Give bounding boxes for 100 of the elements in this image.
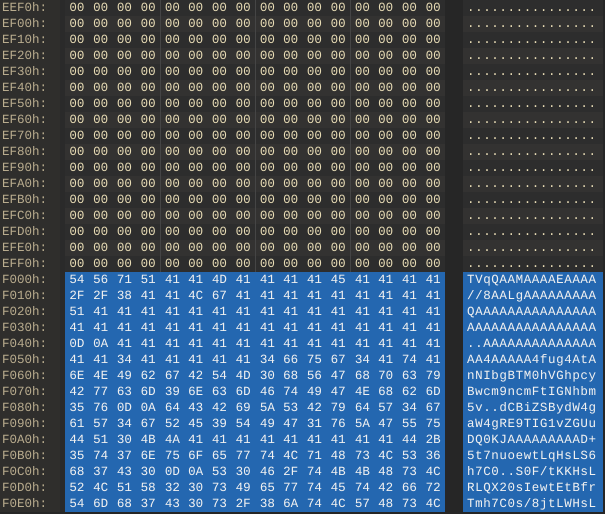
hex-byte: 00 [282, 64, 300, 80]
hex-byte: 57 [354, 496, 371, 512]
hex-row[interactable]: 00 00 00 00 00 00 00 00 00 00 00 00 00 00 00 00 [65, 0, 445, 16]
offset-label: F0E0h: [0, 496, 65, 512]
hex-byte: 00 [377, 208, 394, 224]
hex-row[interactable]: 6E 4E 49 62 67 42 54 4D 30 68 56 47 68 70 63 79 [65, 368, 445, 384]
hex-byte: 41 [377, 352, 394, 368]
hex-byte: 47 [330, 384, 347, 400]
hex-byte: 4C [377, 448, 394, 464]
hex-byte: 41 [234, 336, 252, 352]
hex-row[interactable]: 00 00 00 00 00 00 00 00 00 00 00 00 00 00 00 00 [65, 48, 445, 64]
hex-byte: 00 [92, 224, 110, 240]
hex-row[interactable]: 00 00 00 00 00 00 00 00 00 00 00 00 00 00 00 00 [65, 176, 445, 192]
hex-byte: 00 [210, 224, 228, 240]
hex-row[interactable]: 61 57 34 67 52 45 39 54 49 47 31 76 5A 47 55 75 [65, 416, 445, 432]
hex-byte: 4C [424, 464, 442, 480]
hex-row[interactable]: 00 00 00 00 00 00 00 00 00 00 00 00 00 00 00 00 [65, 192, 445, 208]
hex-row[interactable]: 2F 2F 38 41 41 4C 67 41 41 41 41 41 41 41 41 41 [65, 288, 445, 304]
hex-row[interactable]: 35 74 37 6E 75 6F 65 77 74 4C 71 48 73 4C 53 36 [65, 448, 445, 464]
hex-row[interactable]: 42 77 63 6D 39 6E 63 6D 46 74 49 47 4E 68 62 6D [65, 384, 445, 400]
hex-byte: 41 [258, 320, 276, 336]
ascii-text: ................ [463, 192, 603, 208]
hex-byte: 00 [306, 128, 323, 144]
hex-row[interactable]: 54 6D 68 37 43 30 73 2F 38 6A 74 4C 57 48 73 4C [65, 496, 445, 512]
hex-row[interactable]: 0D 0A 41 41 41 41 41 41 41 41 41 41 41 41 41 41 [65, 336, 445, 352]
hex-byte: 00 [377, 32, 394, 48]
hex-byte: 48 [330, 448, 347, 464]
hex-byte: 00 [187, 64, 204, 80]
hex-byte: 38 [258, 496, 276, 512]
hex-row[interactable]: 41 41 34 41 41 41 41 41 34 66 75 67 34 41 74 41 [65, 352, 445, 368]
hex-byte: 0A [140, 400, 157, 416]
hex-byte: 5A [258, 400, 276, 416]
hex-byte: 41 [377, 288, 394, 304]
hex-byte: 00 [400, 240, 418, 256]
hex-byte: 6F [187, 448, 204, 464]
hex-row[interactable]: 41 41 41 41 41 41 41 41 41 41 41 41 41 41 41 41 [65, 320, 445, 336]
hex-byte: 41 [234, 320, 252, 336]
hex-row[interactable]: 00 00 00 00 00 00 00 00 00 00 00 00 00 00 00 00 [65, 208, 445, 224]
hex-row[interactable]: 00 00 00 00 00 00 00 00 00 00 00 00 00 00 00 00 [65, 224, 445, 240]
hex-byte: 41 [258, 336, 276, 352]
hex-row[interactable]: 00 00 00 00 00 00 00 00 00 00 00 00 00 00 00 00 [65, 16, 445, 32]
hex-byte: 41 [354, 320, 371, 336]
hex-byte: 00 [400, 256, 418, 272]
hex-byte: 00 [424, 224, 442, 240]
hex-byte: 30 [140, 464, 157, 480]
hex-byte: 00 [234, 16, 252, 32]
hex-row[interactable]: 00 00 00 00 00 00 00 00 00 00 00 00 00 00 00 00 [65, 160, 445, 176]
hex-byte: 00 [210, 256, 228, 272]
hex-byte: 00 [282, 256, 300, 272]
hex-byte: 00 [140, 80, 157, 96]
hex-byte: 00 [400, 208, 418, 224]
hex-byte: 00 [330, 160, 347, 176]
hex-byte: 4D [210, 272, 228, 288]
hex-row[interactable]: 00 00 00 00 00 00 00 00 00 00 00 00 00 00 00 00 [65, 128, 445, 144]
hex-row[interactable]: 54 56 71 51 41 41 4D 41 41 41 41 45 41 41 41 41 [65, 272, 445, 288]
hex-row[interactable]: 00 00 00 00 00 00 00 00 00 00 00 00 00 00 00 00 [65, 240, 445, 256]
hex-row[interactable]: 00 00 00 00 00 00 00 00 00 00 00 00 00 00 00 00 [65, 32, 445, 48]
hex-byte: 41 [424, 304, 442, 320]
hex-row[interactable]: 00 00 00 00 00 00 00 00 00 00 00 00 00 00 00 00 [65, 256, 445, 272]
hex-byte: 00 [306, 64, 323, 80]
hex-byte: 0A [92, 336, 110, 352]
hex-row[interactable]: 00 00 00 00 00 00 00 00 00 00 00 00 00 00 00 00 [65, 112, 445, 128]
hex-row[interactable]: 00 00 00 00 00 00 00 00 00 00 00 00 00 00 00 00 [65, 80, 445, 96]
hex-row[interactable]: 52 4C 51 58 32 30 73 49 65 77 74 45 74 42 66 72 [65, 480, 445, 496]
hex-byte: 00 [92, 64, 110, 80]
hex-byte: 4C [282, 448, 300, 464]
hex-byte: 00 [210, 128, 228, 144]
hex-byte: 41 [164, 336, 181, 352]
hex-byte: 00 [282, 208, 300, 224]
offset-label: F070h: [0, 384, 65, 400]
hex-byte: 00 [234, 256, 252, 272]
hex-byte: 44 [400, 432, 418, 448]
hex-byte: 41 [140, 304, 157, 320]
hex-byte: 41 [92, 320, 110, 336]
hex-byte: 00 [116, 192, 133, 208]
ascii-text: ................ [463, 48, 603, 64]
hex-byte: 00 [187, 32, 204, 48]
hex-byte: 00 [92, 240, 110, 256]
hex-byte: 43 [164, 496, 181, 512]
hex-byte: 53 [210, 464, 228, 480]
hex-row[interactable]: 35 76 0D 0A 64 43 42 69 5A 53 42 79 64 57 34 67 [65, 400, 445, 416]
hex-row[interactable]: 44 51 30 4B 4A 41 41 41 41 41 41 41 41 41 44 2B [65, 432, 445, 448]
hex-byte: 00 [424, 96, 442, 112]
hex-row[interactable]: 00 00 00 00 00 00 00 00 00 00 00 00 00 00 00 00 [65, 64, 445, 80]
hex-byte: 41 [140, 320, 157, 336]
ascii-text: ................ [463, 224, 603, 240]
hex-byte: 68 [282, 368, 300, 384]
hex-row[interactable]: 00 00 00 00 00 00 00 00 00 00 00 00 00 00 00 00 [65, 144, 445, 160]
hex-byte: 41 [354, 336, 371, 352]
hex-byte: 00 [92, 112, 110, 128]
hex-row[interactable]: 68 37 43 30 0D 0A 53 30 46 2F 74 4B 4B 48 73 4C [65, 464, 445, 480]
offset-label: F060h: [0, 368, 65, 384]
ascii-text: aW4gRE9TIG1vZGUu [463, 416, 603, 432]
hex-row[interactable]: 51 41 41 41 41 41 41 41 41 41 41 41 41 41 41 41 [65, 304, 445, 320]
hex-byte: 68 [116, 496, 133, 512]
ascii-text: DQ0KJAAAAAAAAAD+ [463, 432, 603, 448]
hex-byte: 51 [92, 432, 110, 448]
ascii-text: Tmh7C0s/8jtLWHsL [463, 496, 603, 512]
ascii-text: ................ [463, 176, 603, 192]
hex-row[interactable]: 00 00 00 00 00 00 00 00 00 00 00 00 00 00 00 00 [65, 96, 445, 112]
